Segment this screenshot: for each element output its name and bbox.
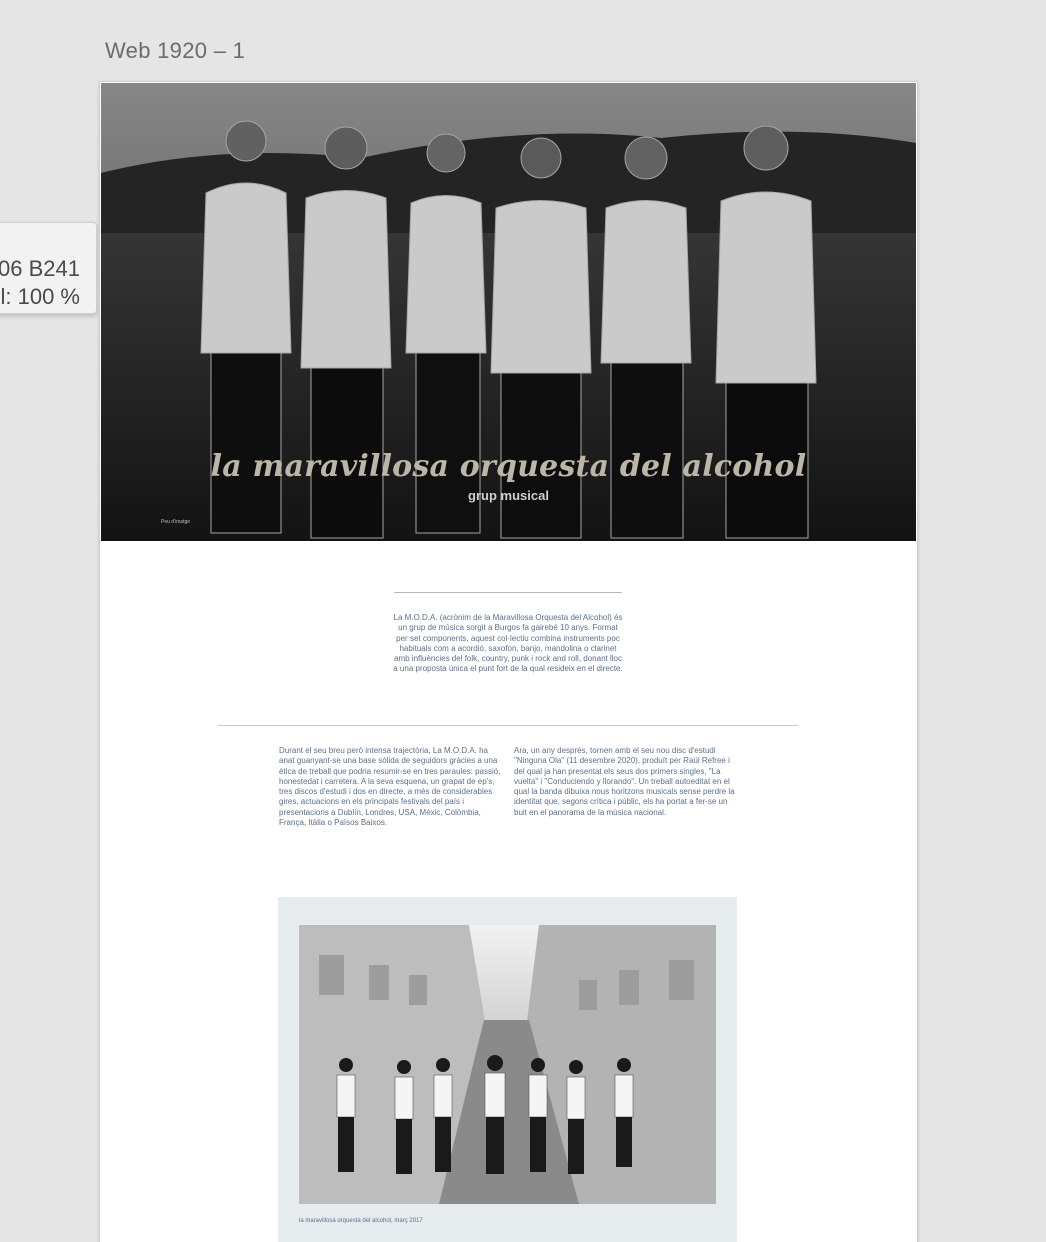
photo-card: la maravillosa orquesta del alcohol, mar… bbox=[278, 897, 737, 1242]
hero-title: la maravillosa orquesta del alcohol bbox=[210, 449, 807, 484]
body-column-left: Durant el seu breu però intensa trajectò… bbox=[279, 746, 501, 828]
hero-subtitle: grup musical bbox=[468, 488, 549, 503]
design-canvas: Web 1920 – 1 06 B241 l: 100 % la maravil… bbox=[0, 0, 1046, 1242]
divider-short bbox=[394, 592, 622, 593]
color-tooltip: 06 B241 l: 100 % bbox=[0, 222, 97, 314]
tooltip-hex-value: 06 B241 bbox=[0, 256, 80, 281]
street-photo[interactable] bbox=[299, 925, 716, 1204]
hero-caption: Peu d'imatge bbox=[161, 519, 191, 525]
artboard-label[interactable]: Web 1920 – 1 bbox=[105, 38, 245, 64]
artboard[interactable]: la maravillosa orquesta del alcohol grup… bbox=[99, 81, 918, 1242]
body-column-right: Ara, un any després, tornen amb el seu n… bbox=[514, 746, 735, 817]
intro-paragraph: La M.O.D.A. (acrònim de la Maravillosa O… bbox=[393, 613, 623, 674]
hero-image[interactable]: la maravillosa orquesta del alcohol grup… bbox=[101, 83, 916, 541]
divider-long bbox=[218, 725, 798, 726]
tooltip-opacity-value: l: 100 % bbox=[0, 284, 81, 309]
street-photo-illustration bbox=[299, 925, 716, 1204]
photo-caption: la maravillosa orquesta del alcohol, mar… bbox=[299, 1218, 423, 1224]
